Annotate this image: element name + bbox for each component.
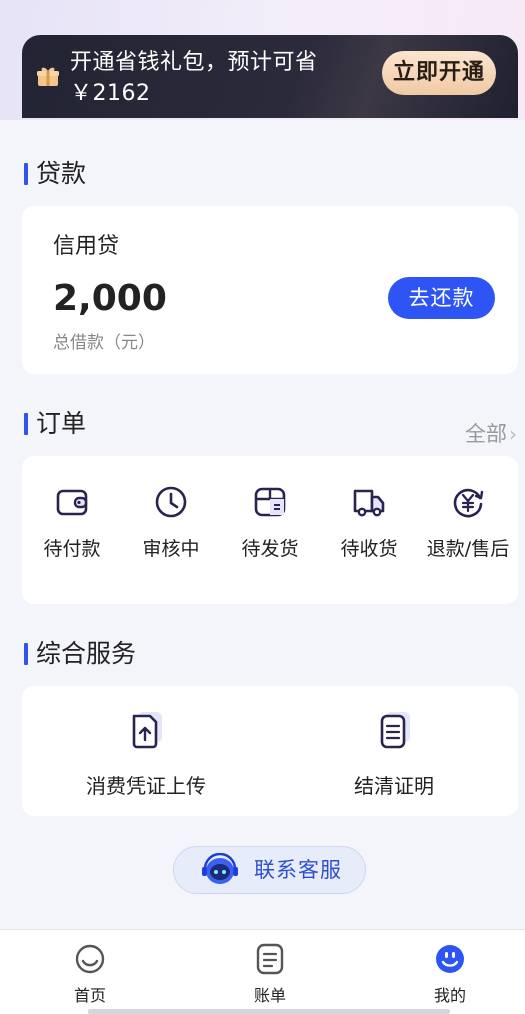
order-pending-payment[interactable]: 待付款 — [22, 484, 122, 561]
services-section-title: 综合服务 — [24, 640, 136, 668]
order-item-label: 待付款 — [43, 538, 101, 560]
box-icon — [254, 487, 286, 517]
wallet-icon — [56, 489, 88, 516]
upload-document-icon — [132, 712, 162, 749]
bill-icon — [256, 943, 284, 975]
certificate-document-icon — [380, 712, 410, 749]
refund-icon — [453, 488, 484, 518]
customer-service-label: 联系客服 — [254, 858, 342, 882]
loan-card[interactable]: 信用贷 2,000 总借款（元） 去还款 — [22, 206, 518, 374]
truck-icon — [353, 489, 385, 517]
loan-section-title: 贷款 — [24, 160, 86, 188]
tab-home[interactable]: 首页 — [50, 942, 130, 1006]
profile-icon — [436, 945, 464, 973]
home-icon — [75, 944, 105, 974]
tab-profile[interactable]: 我的 — [410, 942, 490, 1006]
order-pending-receipt[interactable]: 待收货 — [319, 484, 419, 561]
order-pending-shipment[interactable]: 待发货 — [220, 484, 320, 561]
loan-amount: 2,000 — [53, 278, 167, 319]
orders-view-all-label: 全部 — [465, 422, 507, 446]
order-under-review[interactable]: 审核中 — [121, 484, 221, 561]
gift-icon — [37, 67, 59, 86]
loan-amount-label: 总借款（元） — [53, 333, 155, 353]
service-upload-receipt[interactable]: 消费凭证上传 — [46, 708, 246, 799]
order-refund-aftersales[interactable]: 退款/售后 — [418, 484, 518, 561]
service-label: 消费凭证上传 — [86, 774, 206, 798]
order-item-label: 待收货 — [340, 538, 398, 560]
orders-view-all-link[interactable]: 全部 › — [465, 418, 517, 448]
promo-text: 开通省钱礼包，预计可省￥2162 — [70, 50, 318, 106]
clock-icon — [155, 486, 187, 518]
loan-type: 信用贷 — [53, 234, 120, 259]
order-item-label: 退款/售后 — [426, 538, 510, 560]
services-card: 消费凭证上传 结清证明 — [22, 686, 518, 816]
tab-label: 账单 — [253, 986, 286, 1005]
bottom-tab-bar: 首页 账单 我的 — [0, 929, 525, 1014]
robot-assistant-icon — [202, 853, 238, 884]
service-label: 结清证明 — [354, 774, 434, 798]
promo-banner[interactable]: 开通省钱礼包，预计可省￥2162 立即开通 — [22, 35, 518, 118]
orders-section-title: 订单 — [24, 410, 86, 438]
tab-bills[interactable]: 账单 — [230, 942, 310, 1006]
orders-card: 待付款 审核中 待发货 待收货 退款/售后 — [22, 456, 518, 604]
order-item-label: 审核中 — [142, 538, 200, 560]
contact-customer-service-button[interactable]: 联系客服 — [173, 846, 366, 894]
repay-button[interactable]: 去还款 — [388, 277, 495, 319]
chevron-right-icon: › — [509, 422, 517, 446]
home-indicator — [88, 1009, 450, 1014]
activate-button[interactable]: 立即开通 — [382, 51, 496, 95]
tab-label: 我的 — [433, 986, 466, 1005]
service-settlement-certificate[interactable]: 结清证明 — [294, 708, 494, 799]
order-item-label: 待发货 — [241, 538, 299, 560]
tab-label: 首页 — [73, 986, 106, 1005]
